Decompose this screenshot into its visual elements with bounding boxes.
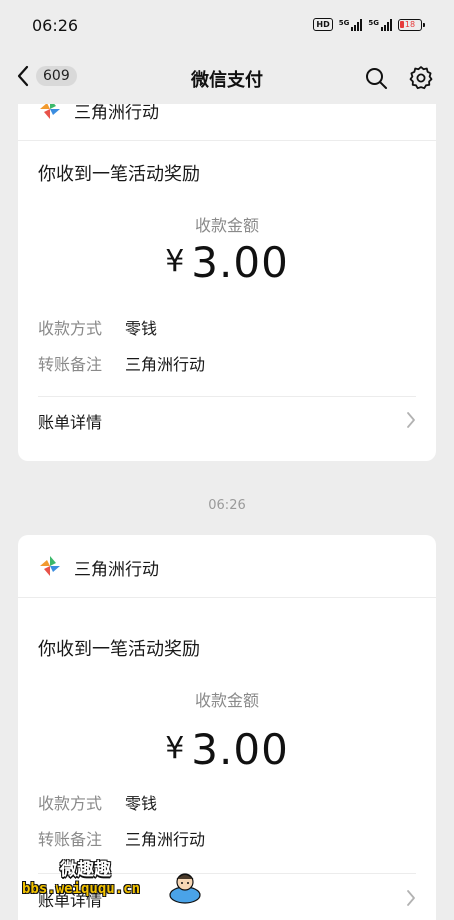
signal-network-label: 5G xyxy=(338,18,350,27)
chevron-right-icon xyxy=(407,890,415,906)
signal-icon-2: 5G xyxy=(368,18,392,31)
payment-method-row: 收款方式 零钱 xyxy=(38,790,157,814)
battery-icon: 18 xyxy=(398,18,425,31)
payment-method-value: 零钱 xyxy=(125,794,158,813)
amount-label: 收款金额 xyxy=(194,691,259,710)
payment-method-row: 收款方式 零钱 xyxy=(38,315,157,339)
transfer-note-row: 转账备注 三角洲行动 xyxy=(38,351,205,375)
amount-value: ¥3.00 xyxy=(18,725,436,774)
transfer-note-key: 转账备注 xyxy=(38,830,103,849)
amount-label: 收款金额 xyxy=(194,216,259,235)
status-icons: HD 5G 5G 18 xyxy=(313,18,425,31)
card-header: 三角洲行动 xyxy=(18,535,436,598)
nav-bar: 609 微信支付 xyxy=(0,52,454,104)
payment-method-key: 收款方式 xyxy=(38,794,103,813)
message-timestamp: 06:26 xyxy=(208,498,246,513)
chevron-right-icon xyxy=(407,412,415,428)
message-title: 你收到一笔活动奖励 xyxy=(38,164,200,185)
hd-icon: HD xyxy=(313,18,333,31)
watermark-title: 微趣趣 xyxy=(60,860,111,880)
payment-message-card[interactable]: 三角洲行动 你收到一笔活动奖励 收款金额 ¥3.00 收款方式 零钱 转账备注 … xyxy=(18,104,436,461)
gear-icon[interactable] xyxy=(408,65,434,91)
message-list[interactable]: 三角洲行动 你收到一笔活动奖励 收款金额 ¥3.00 收款方式 零钱 转账备注 … xyxy=(0,104,454,920)
amount-number: 3.00 xyxy=(191,725,289,774)
watermark-url: bbs.weiququ.cn xyxy=(22,881,141,897)
brand-name: 三角洲行动 xyxy=(74,104,159,123)
transfer-note-value: 三角洲行动 xyxy=(125,355,206,374)
amount-number: 3.00 xyxy=(191,238,289,287)
search-icon[interactable] xyxy=(364,66,388,90)
battery-level: 18 xyxy=(404,20,416,29)
brand-logo-icon xyxy=(40,104,60,119)
transfer-note-row: 转账备注 三角洲行动 xyxy=(38,826,205,850)
bill-details-label: 账单详情 xyxy=(38,413,103,432)
mascot-icon xyxy=(169,873,201,904)
watermark: 微趣趣 bbs.weiququ.cn xyxy=(20,855,201,911)
transfer-note-value: 三角洲行动 xyxy=(125,830,206,849)
message-title: 你收到一笔活动奖励 xyxy=(38,639,200,660)
signal-icon: 5G xyxy=(338,18,363,31)
card-header: 三角洲行动 xyxy=(18,104,436,141)
status-bar: 06:26 HD 5G 5G 18 xyxy=(0,0,454,52)
payment-method-key: 收款方式 xyxy=(38,319,103,338)
bill-details-row[interactable]: 账单详情 xyxy=(38,397,416,443)
payment-method-value: 零钱 xyxy=(125,319,158,338)
brand-logo-icon xyxy=(40,556,60,576)
amount-value: ¥3.00 xyxy=(18,238,436,287)
transfer-note-key: 转账备注 xyxy=(38,355,103,374)
currency-symbol: ¥ xyxy=(165,731,186,766)
signal-network-label-2: 5G xyxy=(368,18,379,27)
currency-symbol: ¥ xyxy=(165,244,186,279)
brand-name: 三角洲行动 xyxy=(74,560,159,580)
status-time: 06:26 xyxy=(32,16,79,35)
